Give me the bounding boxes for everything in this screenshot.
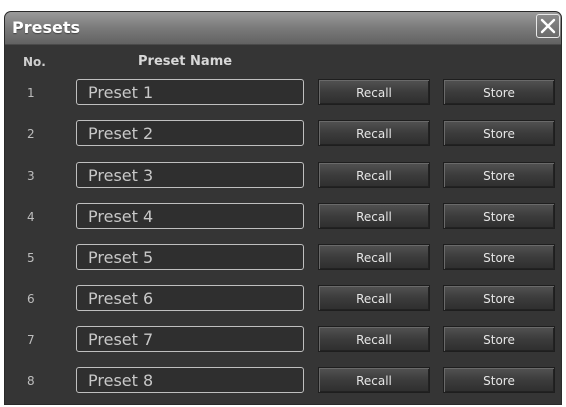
preset-row: 4 Recall Store (5, 203, 561, 231)
store-button[interactable]: Store (443, 162, 555, 188)
preset-name-field[interactable] (76, 244, 304, 270)
close-button[interactable] (536, 14, 560, 38)
recall-button[interactable]: Recall (318, 367, 430, 393)
preset-number: 6 (27, 292, 35, 306)
recall-button[interactable]: Recall (318, 285, 430, 311)
preset-row: 3 Recall Store (5, 162, 561, 190)
preset-row: 7 Recall Store (5, 326, 561, 354)
close-icon (540, 18, 556, 34)
recall-button[interactable]: Recall (318, 120, 430, 146)
recall-button[interactable]: Recall (318, 162, 430, 188)
preset-name-field[interactable] (76, 285, 304, 311)
column-header-no: No. (23, 55, 46, 69)
presets-window: Presets No. Preset Name 1 Recall Store 2… (5, 12, 561, 404)
preset-number: 1 (27, 86, 35, 100)
preset-name-field[interactable] (76, 367, 304, 393)
preset-row: 5 Recall Store (5, 244, 561, 272)
preset-number: 8 (27, 374, 35, 388)
recall-button[interactable]: Recall (318, 79, 430, 105)
preset-name-field[interactable] (76, 162, 304, 188)
store-button[interactable]: Store (443, 120, 555, 146)
preset-number: 7 (27, 333, 35, 347)
preset-row: 8 Recall Store (5, 367, 561, 395)
store-button[interactable]: Store (443, 285, 555, 311)
column-header-preset-name: Preset Name (138, 54, 233, 69)
preset-name-field[interactable] (76, 326, 304, 352)
store-button[interactable]: Store (443, 203, 555, 229)
preset-name-field[interactable] (76, 79, 304, 105)
store-button[interactable]: Store (443, 326, 555, 352)
preset-row: 1 Recall Store (5, 79, 561, 107)
window-title: Presets (12, 18, 81, 37)
preset-number: 4 (27, 210, 35, 224)
store-button[interactable]: Store (443, 79, 555, 105)
store-button[interactable]: Store (443, 367, 555, 393)
preset-number: 3 (27, 169, 35, 183)
preset-name-field[interactable] (76, 203, 304, 229)
recall-button[interactable]: Recall (318, 326, 430, 352)
preset-number: 2 (27, 127, 35, 141)
recall-button[interactable]: Recall (318, 244, 430, 270)
preset-number: 5 (27, 251, 35, 265)
preset-row: 6 Recall Store (5, 285, 561, 313)
preset-row: 2 Recall Store (5, 120, 561, 148)
store-button[interactable]: Store (443, 244, 555, 270)
preset-name-field[interactable] (76, 120, 304, 146)
recall-button[interactable]: Recall (318, 203, 430, 229)
title-bar: Presets (5, 12, 561, 45)
